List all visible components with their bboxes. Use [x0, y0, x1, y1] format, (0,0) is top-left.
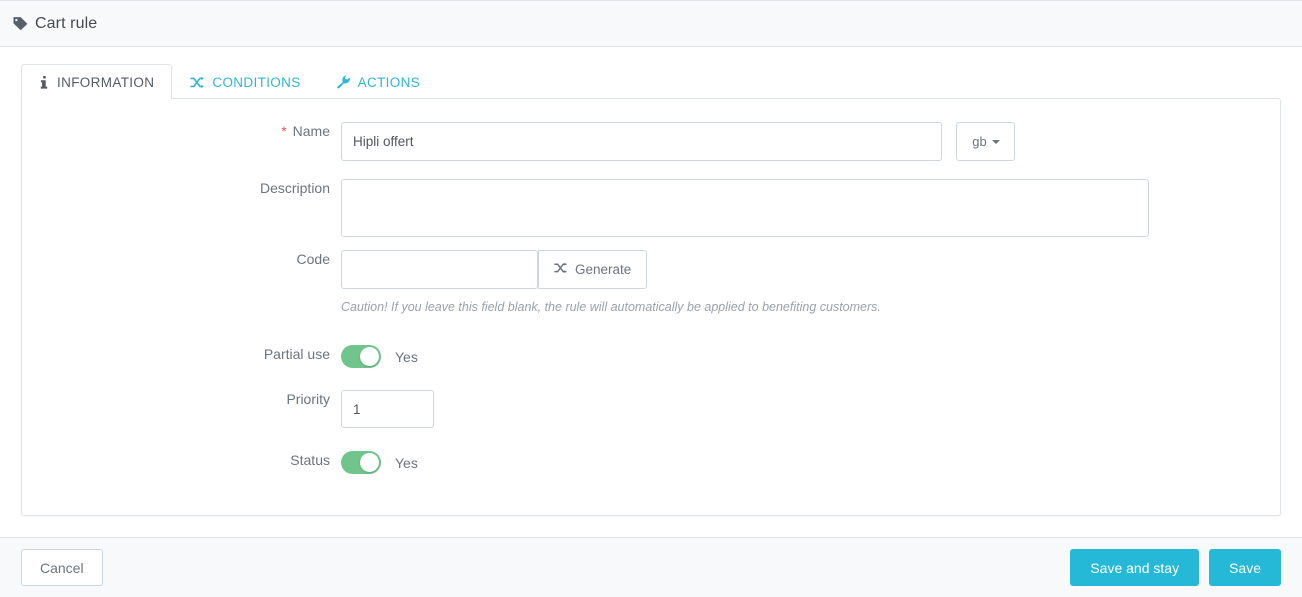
tab-conditions[interactable]: CONDITIONS: [172, 64, 318, 99]
partial-use-toggle[interactable]: [341, 345, 381, 368]
toggle-knob: [360, 453, 379, 472]
status-switch-wrap: Yes: [341, 451, 1280, 474]
code-label: Code: [296, 251, 330, 267]
tab-conditions-label: CONDITIONS: [212, 74, 301, 90]
tab-information[interactable]: INFORMATION: [21, 64, 173, 100]
description-textarea[interactable]: [341, 179, 1149, 237]
footer-actions: Save and stay Save: [1070, 549, 1281, 586]
code-input[interactable]: [341, 250, 538, 289]
status-state-label: Yes: [395, 454, 418, 471]
form-row-description: Description: [22, 179, 1280, 242]
form-footer: Cancel Save and stay Save: [0, 537, 1302, 597]
name-input[interactable]: [341, 122, 942, 161]
priority-input[interactable]: [341, 390, 434, 428]
name-label-text: Name: [292, 123, 330, 139]
tab-actions[interactable]: ACTIONS: [319, 64, 438, 99]
language-dropdown-button[interactable]: gb: [956, 122, 1016, 161]
priority-label: Priority: [286, 391, 330, 407]
chevron-down-icon: [991, 139, 1000, 144]
page-header: Cart rule: [0, 0, 1302, 47]
partial-use-state-label: Yes: [395, 348, 418, 365]
cancel-button[interactable]: Cancel: [21, 549, 103, 586]
save-button[interactable]: Save: [1209, 549, 1281, 586]
priority-control: [341, 390, 1280, 428]
toggle-knob: [360, 347, 379, 366]
form-row-code: Code Generate Caution! If you leave this…: [22, 250, 1280, 315]
partial-use-control: Yes: [341, 345, 1280, 368]
information-panel: * Name gb Description Code: [21, 98, 1281, 516]
partial-use-label: Partial use: [263, 346, 330, 362]
status-label: Status: [290, 452, 330, 468]
name-control: gb: [341, 122, 1280, 161]
code-input-group: Generate: [341, 250, 1280, 289]
form-row-status: Status Yes: [22, 451, 1280, 474]
generate-code-label: Generate: [575, 262, 632, 277]
tab-actions-label: ACTIONS: [357, 74, 421, 90]
form-row-name: * Name gb: [22, 122, 1280, 161]
form-row-partial-use: Partial use Yes: [22, 345, 1280, 368]
info-icon: [39, 75, 50, 89]
page-title-text: Cart rule: [35, 14, 98, 32]
code-hint: Caution! If you leave this field blank, …: [341, 300, 881, 314]
tab-bar: INFORMATION CONDITIONS ACTIONS: [21, 64, 438, 100]
name-label: * Name: [22, 122, 341, 141]
required-marker: *: [281, 123, 287, 139]
cart-rule-page: Cart rule INFORMATION CONDITIONS ACTIONS…: [0, 0, 1302, 597]
form-row-priority: Priority: [22, 390, 1280, 428]
generate-code-button[interactable]: Generate: [538, 250, 648, 289]
status-toggle[interactable]: [341, 451, 381, 474]
description-label: Description: [259, 180, 330, 196]
status-control: Yes: [341, 451, 1280, 474]
language-dropdown-label: gb: [972, 134, 987, 149]
shuffle-icon: [554, 262, 568, 277]
save-and-stay-button[interactable]: Save and stay: [1070, 549, 1200, 586]
partial-use-switch-wrap: Yes: [341, 345, 1280, 368]
code-control: Generate Caution! If you leave this fiel…: [341, 250, 1280, 315]
wrench-icon: [336, 75, 351, 89]
tag-icon: [13, 16, 28, 31]
page-title: Cart rule: [13, 15, 97, 33]
description-control: [341, 179, 1280, 242]
tab-information-label: INFORMATION: [57, 74, 155, 90]
shuffle-icon: [190, 76, 205, 89]
